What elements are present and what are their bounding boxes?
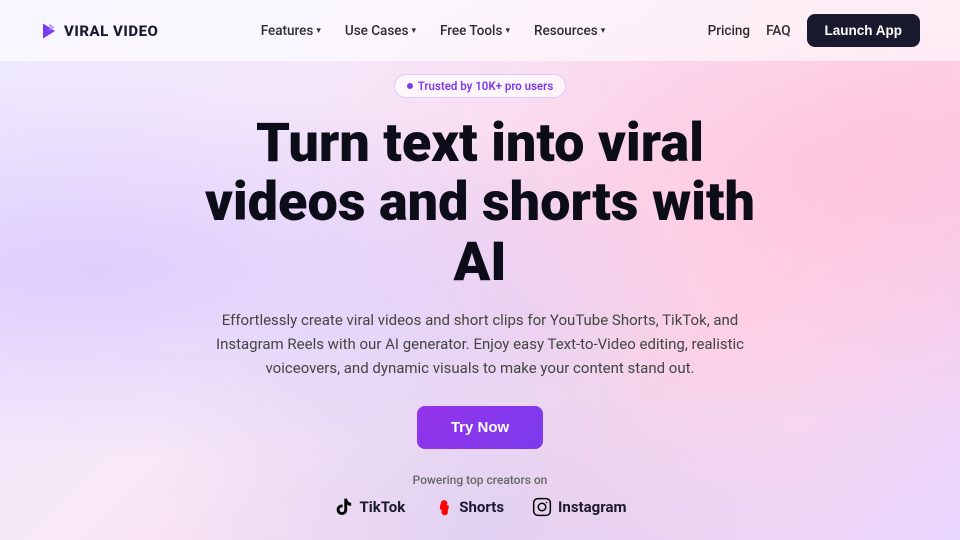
shorts-icon xyxy=(433,497,453,517)
powering-text: Powering top creators on xyxy=(413,473,548,487)
chevron-down-icon: ▾ xyxy=(505,26,510,36)
hero-title: Turn text into viral videos and shorts w… xyxy=(205,114,755,292)
platforms-list: TikTok Shorts Instagram xyxy=(334,497,627,517)
nav-actions: Pricing FAQ Launch App xyxy=(708,14,920,47)
nav-pricing[interactable]: Pricing xyxy=(708,23,750,39)
nav-features[interactable]: Features ▾ xyxy=(261,23,321,39)
logo[interactable]: VIRAL VIDEO xyxy=(40,22,158,40)
chevron-down-icon: ▾ xyxy=(316,26,321,36)
launch-app-button[interactable]: Launch App xyxy=(807,14,921,47)
tiktok-icon xyxy=(334,497,354,517)
nav-resources[interactable]: Resources ▾ xyxy=(534,23,605,39)
shorts-label: Shorts xyxy=(459,498,504,516)
tiktok-label: TikTok xyxy=(360,498,406,516)
trust-dot-icon xyxy=(407,83,413,89)
trust-badge: Trusted by 10K+ pro users xyxy=(394,74,567,98)
instagram-icon xyxy=(532,497,552,517)
brand-name: VIRAL VIDEO xyxy=(64,22,158,40)
try-now-button[interactable]: Try Now xyxy=(417,406,543,449)
navbar: VIRAL VIDEO Features ▾ Use Cases ▾ Free … xyxy=(0,0,960,61)
nav-links: Features ▾ Use Cases ▾ Free Tools ▾ Reso… xyxy=(261,23,606,39)
platform-instagram: Instagram xyxy=(532,497,626,517)
hero-section: Trusted by 10K+ pro users Turn text into… xyxy=(0,61,960,540)
nav-faq[interactable]: FAQ xyxy=(766,23,790,39)
chevron-down-icon: ▾ xyxy=(601,26,606,36)
chevron-down-icon: ▾ xyxy=(411,26,416,36)
nav-free-tools[interactable]: Free Tools ▾ xyxy=(440,23,510,39)
nav-use-cases[interactable]: Use Cases ▾ xyxy=(345,23,416,39)
platform-tiktok: TikTok xyxy=(334,497,406,517)
hero-subtitle: Effortlessly create viral videos and sho… xyxy=(205,308,755,380)
instagram-label: Instagram xyxy=(558,498,626,516)
platform-shorts: Shorts xyxy=(433,497,504,517)
logo-icon xyxy=(40,22,58,40)
